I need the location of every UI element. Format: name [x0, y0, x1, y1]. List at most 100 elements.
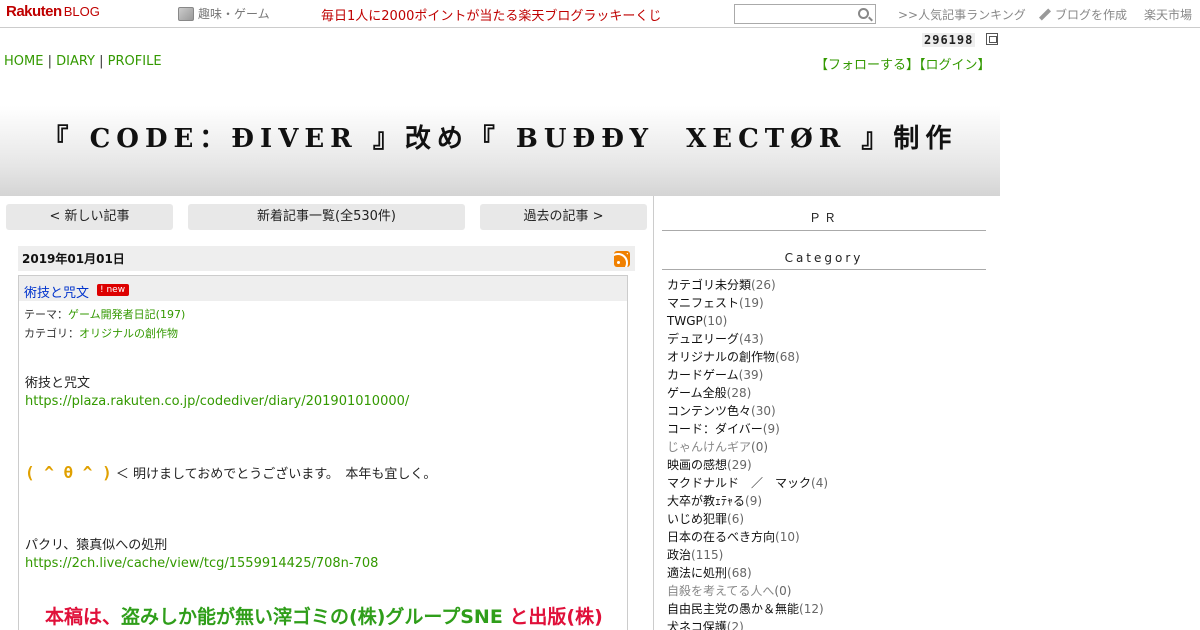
category-item[interactable]: コンテンツ色々(30): [667, 402, 828, 420]
nav-profile[interactable]: PROFILE: [108, 54, 162, 69]
category-item[interactable]: ゲーム全般(28): [667, 384, 828, 402]
blog-banner: 『 CODE：ÐIVER 』改め『 BUÐÐY XECTØR 』制作: [0, 76, 1000, 196]
category-item[interactable]: 日本の在るべき方向(10): [667, 528, 828, 546]
category-heading: Category: [662, 251, 986, 270]
category-name[interactable]: 自殺を考えてる人へ: [667, 584, 774, 598]
category-link[interactable]: オリジナルの創作物: [79, 327, 178, 340]
new-badge-label: new: [106, 285, 126, 295]
category-name[interactable]: 自由民主党の愚か＆無能: [667, 602, 799, 616]
older-article-button[interactable]: 過去の記事 >: [480, 204, 647, 230]
nav-home[interactable]: HOME: [4, 54, 43, 69]
article-greeting: ( ^ θ ^ ) ＜ 明けましておめでとうございます。 本年も宜しく。: [25, 463, 436, 482]
headline-part: 盗みしか能が無い滓ゴミの(株)グループSNE: [121, 606, 503, 628]
category-name[interactable]: 日本の在るべき方向: [667, 530, 775, 544]
article-date: 2019年01月01日: [22, 252, 125, 266]
search-icon[interactable]: [858, 8, 869, 19]
lucky-lottery-link[interactable]: 毎日1人に2000ポイントが当たる楽天ブログラッキーくじ: [321, 5, 661, 24]
global-header: Rakuten BLOG 趣味・ゲーム 毎日1人に2000ポイントが当たる楽天ブロ…: [0, 0, 1200, 28]
blog-title[interactable]: 『 CODE：ÐIVER 』改め『 BUÐÐY XECTØR 』制作: [0, 118, 1000, 155]
category-item[interactable]: デュヱリーグ(43): [667, 330, 828, 348]
genre-link[interactable]: 趣味・ゲーム: [178, 5, 270, 22]
article-title[interactable]: 術技と咒文: [24, 282, 89, 301]
category-item[interactable]: オリジナルの創作物(68): [667, 348, 828, 366]
category-item[interactable]: マニフェスト(19): [667, 294, 828, 312]
follow-login: 【フォローする】【ログイン】: [815, 54, 991, 73]
category-count: (39): [738, 368, 764, 382]
genre-image-icon: [178, 6, 194, 21]
follow-link[interactable]: 【フォローする】: [815, 58, 919, 73]
category-name[interactable]: オリジナルの創作物: [667, 350, 775, 364]
theme-link[interactable]: ゲーム開発者日記(197): [68, 308, 185, 321]
date-header: 2019年01月01日: [18, 246, 635, 271]
category-count: (6): [727, 512, 745, 526]
login-link[interactable]: 【ログイン】: [919, 58, 991, 73]
search-input[interactable]: [734, 4, 876, 24]
category-name[interactable]: コンテンツ色々: [667, 404, 751, 418]
headline-part: 本稿は、: [45, 606, 122, 628]
rakuten-ichiba-link[interactable]: 楽天市場: [1144, 6, 1192, 23]
logo-blog: BLOG: [63, 4, 100, 19]
rakuten-blog-logo[interactable]: Rakuten BLOG: [6, 3, 100, 20]
ranking-link[interactable]: >>人気記事ランキング: [898, 6, 1026, 23]
nav-separator: |: [95, 54, 108, 69]
article-theme: テーマ：ゲーム開発者日記(197): [24, 306, 185, 322]
category-name[interactable]: 政治: [667, 548, 691, 562]
create-blog-link[interactable]: ブログを作成: [1039, 6, 1127, 23]
category-name[interactable]: 大卒が教ｪﾃｬる: [667, 494, 745, 508]
category-item[interactable]: 自由民主党の愚か＆無能(12): [667, 600, 828, 618]
category-count: (0): [751, 440, 769, 454]
category-item[interactable]: TWGP(10): [667, 312, 828, 330]
category-name[interactable]: 犬ネコ保護: [667, 620, 727, 630]
category-item[interactable]: 大卒が教ｪﾃｬる(9): [667, 492, 828, 510]
category-item[interactable]: じゃんけんギア(0): [667, 438, 828, 456]
new-badge: ! new: [97, 284, 130, 296]
category-count: (30): [751, 404, 776, 418]
counter-info-icon[interactable]: [986, 33, 998, 45]
category-item[interactable]: 自殺を考えてる人へ(0): [667, 582, 828, 600]
category-item[interactable]: コード：ダイバー(9): [667, 420, 828, 438]
category-count: (10): [702, 314, 728, 328]
category-name[interactable]: カードゲーム: [667, 368, 739, 382]
category-item[interactable]: マクドナルド ／ マック(4): [667, 474, 828, 492]
category-item[interactable]: カテゴリ未分類(26): [667, 276, 828, 294]
newer-article-button[interactable]: < 新しい記事: [6, 204, 173, 230]
category-name[interactable]: 映画の感想: [667, 458, 727, 472]
category-count: (43): [739, 332, 764, 346]
rss-icon[interactable]: [614, 251, 630, 267]
category-item[interactable]: 適法に処刑(68): [667, 564, 828, 582]
category-name[interactable]: ゲーム全般: [667, 386, 727, 400]
category-count: (29): [727, 458, 752, 472]
category-item[interactable]: いじめ犯罪(6): [667, 510, 828, 528]
pr-heading: ＰＲ: [662, 209, 986, 231]
category-list: カテゴリ未分類(26) マニフェスト(19) TWGP(10) デュヱリーグ(43) オ…: [667, 276, 828, 630]
pencil-icon: [1039, 9, 1051, 21]
category-name[interactable]: いじめ犯罪: [667, 512, 727, 526]
category-item[interactable]: カードゲーム(39): [667, 366, 828, 384]
kaomoji: ( ^ θ ^ ): [25, 463, 112, 482]
headline-part: と出版(株): [502, 606, 603, 628]
category-item[interactable]: 政治(115): [667, 546, 828, 564]
category-name[interactable]: マニフェスト: [667, 296, 739, 310]
category-count: (4): [811, 476, 829, 490]
category-item[interactable]: 映画の感想(29): [667, 456, 828, 474]
article-list-button[interactable]: 新着記事一覧(全530件): [188, 204, 465, 230]
category-count: (12): [799, 602, 824, 616]
category-count: (115): [691, 548, 724, 562]
category-name[interactable]: マクドナルド ／ マック: [667, 476, 811, 490]
logo-rakuten: Rakuten: [6, 3, 62, 20]
create-blog-label: ブログを作成: [1055, 8, 1128, 22]
category-item[interactable]: 犬ネコ保護(2): [667, 618, 828, 630]
category-count: (9): [762, 422, 780, 436]
article-headline: 本稿は、盗みしか能が無い滓ゴミの(株)グループSNE と出版(株): [45, 602, 603, 629]
category-name[interactable]: じゃんけんギア: [667, 440, 751, 454]
category-name[interactable]: TWGP: [667, 314, 703, 328]
category-name[interactable]: カテゴリ未分類: [667, 278, 751, 292]
nav-diary[interactable]: DIARY: [56, 54, 95, 69]
article-link[interactable]: https://2ch.live/cache/view/tcg/15599144…: [25, 556, 378, 571]
category-name[interactable]: 適法に処刑: [667, 566, 727, 580]
category-label: カテゴリ：: [24, 327, 79, 340]
article-link[interactable]: https://plaza.rakuten.co.jp/codediver/di…: [25, 394, 409, 409]
category-name[interactable]: コード：ダイバー: [667, 422, 763, 436]
category-name[interactable]: デュヱリーグ: [667, 332, 739, 346]
category-count: (68): [727, 566, 752, 580]
